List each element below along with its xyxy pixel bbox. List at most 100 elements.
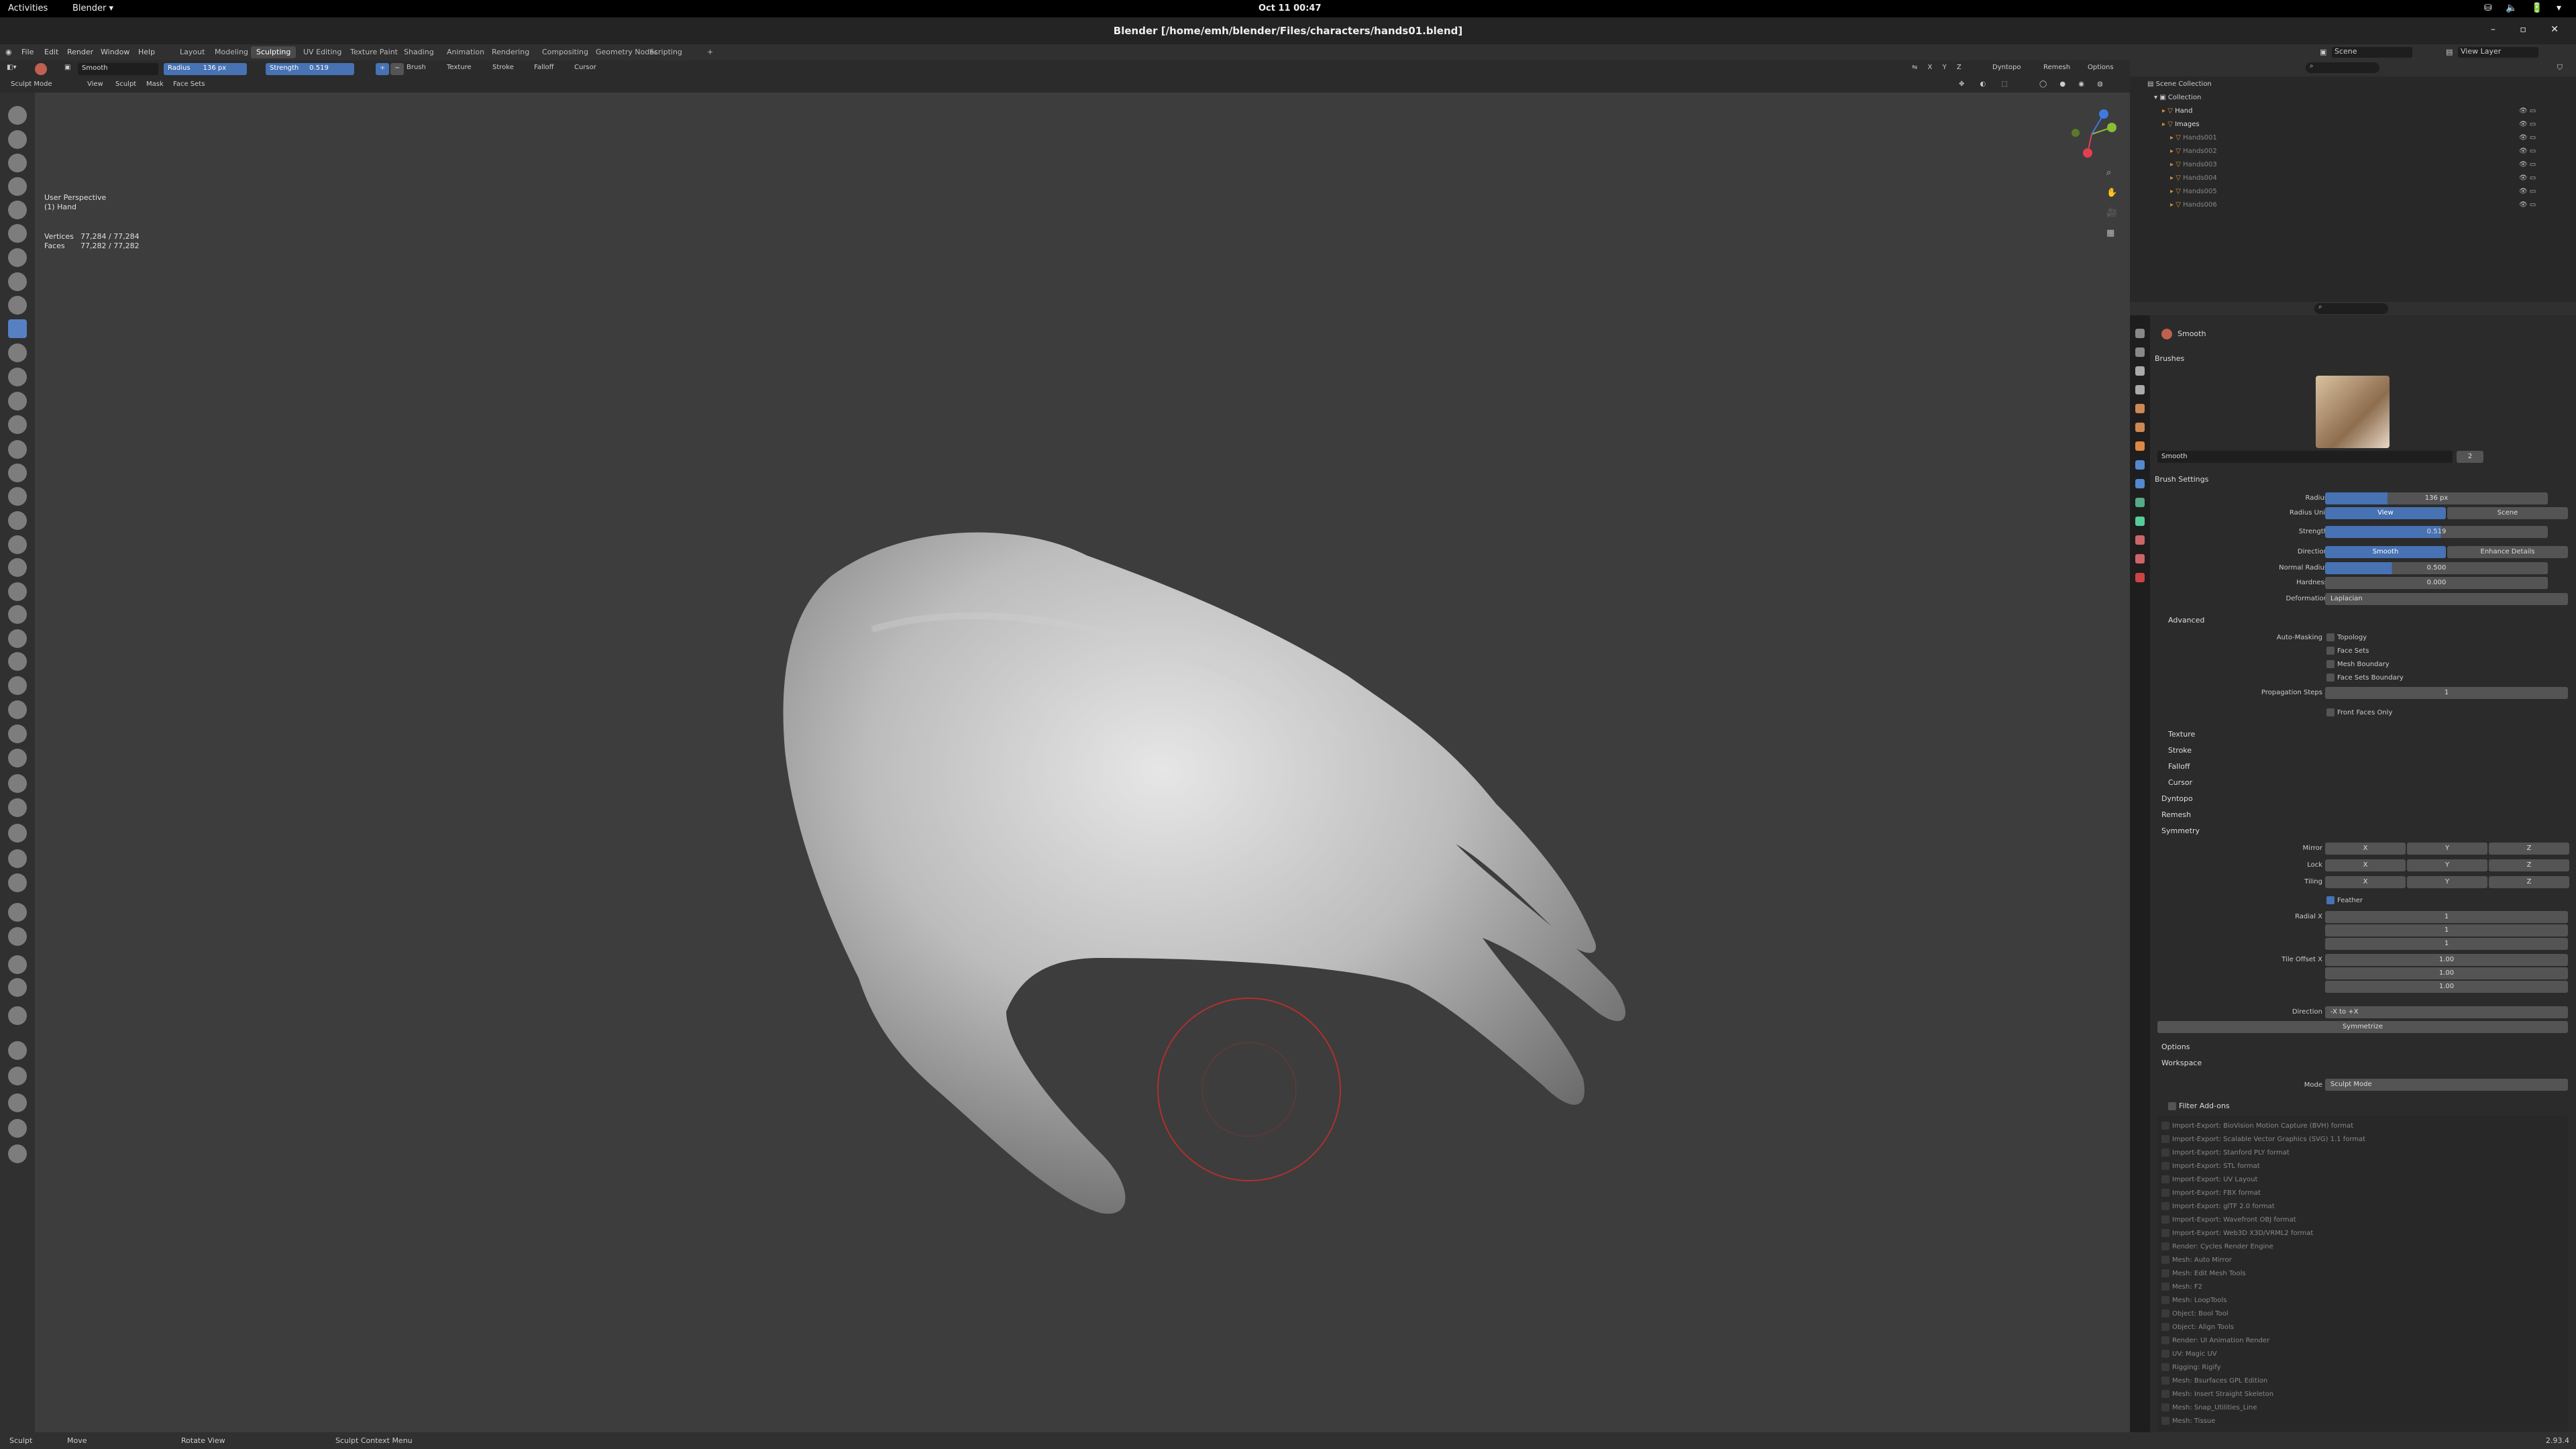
option-b-button[interactable]: Scene <box>2447 507 2568 519</box>
checkbox[interactable] <box>2161 1216 2169 1224</box>
addon-item[interactable]: Import-Export: Stanford PLY format <box>2161 1148 2290 1157</box>
workspace-tab-0[interactable]: Layout <box>174 46 210 58</box>
workspace-tab-10[interactable]: Scripting <box>644 46 688 58</box>
axis-toggle-x[interactable]: X <box>2325 876 2406 888</box>
outliner-row[interactable]: ▸ ▽ Hands001 👁 ▭ <box>2170 134 2573 142</box>
sculpt-tool-34-icon[interactable] <box>8 927 27 946</box>
checkbox[interactable] <box>2161 1122 2169 1130</box>
sculpt-tool-31-icon[interactable] <box>8 849 27 868</box>
radial-field[interactable]: 1 <box>2325 924 2568 936</box>
addon-item[interactable]: Import-Export: Web3D X3D/VRML2 format <box>2161 1229 2313 1237</box>
properties-tab-12-icon[interactable] <box>2135 554 2145 564</box>
properties-tab-13-icon[interactable] <box>2135 573 2145 582</box>
visibility-icons[interactable]: 👁 ▭ <box>2519 201 2536 209</box>
sculpt-menu[interactable]: Sculpt <box>115 80 136 88</box>
options-panel-header[interactable]: Options <box>2161 1042 2190 1051</box>
view-layer-icon[interactable]: ▤ <box>2446 48 2453 56</box>
feather-option[interactable]: Feather <box>2326 896 2363 904</box>
sculpt-tool-20-icon[interactable] <box>8 582 27 601</box>
workspace-mode-select[interactable]: Sculpt Mode <box>2325 1079 2568 1091</box>
checkbox[interactable] <box>2326 633 2334 641</box>
radial-field[interactable]: 1 <box>2325 911 2568 923</box>
brush-thumbnail[interactable] <box>2316 376 2390 448</box>
addon-item[interactable]: Mesh: Snap_Utilities_Line <box>2161 1403 2257 1411</box>
brush-settings-header[interactable]: Brush Settings <box>2155 475 2208 484</box>
sculpt-tool-24-icon[interactable] <box>8 676 27 695</box>
system-tray[interactable]: ⛁ 🔈 🔋 ▾ <box>2484 3 2567 13</box>
sculpt-tool-1-icon[interactable] <box>8 130 27 149</box>
sculpt-tool-16-icon[interactable] <box>8 487 27 506</box>
properties-tab-2-icon[interactable] <box>2135 366 2145 376</box>
sculpt-tool-23-icon[interactable] <box>8 652 27 671</box>
sculpt-tool-17-icon[interactable] <box>8 511 27 530</box>
visibility-icons[interactable]: 👁 ▭ <box>2519 148 2536 155</box>
properties-tab-5-icon[interactable] <box>2135 423 2145 432</box>
scene-icon[interactable]: ▣ <box>2320 48 2326 56</box>
checkbox[interactable] <box>2161 1242 2169 1250</box>
radius-slider[interactable]: Radius 136 px <box>164 63 247 75</box>
sculpt-tool-18-icon[interactable] <box>8 535 27 554</box>
addon-item[interactable]: Rigging: Rigify <box>2161 1363 2221 1371</box>
subpanel-header-texture[interactable]: Texture <box>2168 730 2195 739</box>
sculpt-mode-selector[interactable]: Sculpt Mode <box>11 80 52 88</box>
properties-tab-7-icon[interactable] <box>2135 460 2145 470</box>
falloff-menu[interactable]: Falloff <box>534 64 554 71</box>
brush-setting-field[interactable]: Laplacian <box>2325 593 2568 605</box>
checkbox[interactable] <box>2161 1202 2169 1210</box>
visibility-icons[interactable]: 👁 ▭ <box>2519 134 2536 142</box>
checkbox[interactable] <box>2168 1102 2176 1110</box>
sculpt-tool-19-icon[interactable] <box>8 558 27 577</box>
brush-setting-field[interactable]: 0.500 <box>2325 562 2548 574</box>
workspace-panel-header[interactable]: Workspace <box>2161 1059 2202 1067</box>
options-menu[interactable]: Options <box>2088 64 2114 71</box>
axis-toggle-y[interactable]: Y <box>2407 876 2487 888</box>
axis-toggle-x[interactable]: X <box>2325 859 2406 871</box>
sculpt-tool-27-icon[interactable] <box>8 749 27 767</box>
tile-offset-field[interactable]: 1.00 <box>2325 954 2568 966</box>
visibility-icons[interactable]: 👁 ▭ <box>2519 161 2536 168</box>
propagation-steps-field[interactable]: 1 <box>2325 687 2568 699</box>
axis-toggle-y[interactable]: Y <box>2407 859 2487 871</box>
outliner-row[interactable]: ▸ ▽ Hands006 👁 ▭ <box>2170 201 2573 209</box>
addon-item[interactable]: Mesh: Edit Mesh Tools <box>2161 1269 2246 1277</box>
sculpt-tool-13-icon[interactable] <box>8 415 27 434</box>
properties-tab-8-icon[interactable] <box>2135 479 2145 488</box>
activities-button[interactable]: Activities <box>8 3 48 13</box>
sculpt-tool-3-icon[interactable] <box>8 177 27 196</box>
addon-item[interactable]: Import-Export: Wavefront OBJ format <box>2161 1216 2296 1224</box>
tile-offset-field[interactable]: 1.00 <box>2325 981 2568 993</box>
automasking-option[interactable]: Mesh Boundary <box>2326 660 2390 668</box>
addon-item[interactable]: Import-Export: UV Layout <box>2161 1175 2257 1183</box>
addon-item[interactable]: Mesh: Tissue <box>2161 1417 2215 1425</box>
outliner-row[interactable]: ▸ ▽ Hands002 👁 ▭ <box>2170 148 2573 155</box>
automasking-option[interactable]: Face Sets <box>2326 647 2369 655</box>
properties-tab-4-icon[interactable] <box>2135 404 2145 413</box>
symmetry-toggles[interactable]: ⇋ X Y Z <box>1912 64 1966 71</box>
sculpt-tool-22-icon[interactable] <box>8 629 27 648</box>
sculpt-tool-8-icon[interactable] <box>8 296 27 315</box>
view-layer-selector[interactable]: View Layer <box>2458 47 2538 58</box>
sculpt-tool-26-icon[interactable] <box>8 724 27 743</box>
workspace-tab-4[interactable]: Texture Paint <box>345 46 403 58</box>
checkbox[interactable] <box>2161 1309 2169 1318</box>
sculpt-tool-42-icon[interactable] <box>8 1144 27 1163</box>
brush-name-field[interactable]: Smooth <box>78 63 158 75</box>
mask-menu[interactable]: Mask <box>146 80 164 88</box>
brush-preview-icon[interactable] <box>35 63 47 75</box>
brush-name-input[interactable]: Smooth <box>2157 451 2453 463</box>
dyntopo-panel-header[interactable]: Dyntopo <box>2161 794 2193 803</box>
checkbox[interactable] <box>2161 1269 2169 1277</box>
sculpt-tool-32-icon[interactable] <box>8 873 27 892</box>
subpanel-header-falloff[interactable]: Falloff <box>2168 762 2190 771</box>
checkbox[interactable] <box>2161 1229 2169 1237</box>
menu-file[interactable]: File <box>21 48 34 56</box>
sculpt-tool-5-icon[interactable] <box>8 224 27 243</box>
brush-menu[interactable]: Brush <box>407 64 426 71</box>
sculpt-tool-7-icon[interactable] <box>8 272 27 291</box>
workspace-tab-7[interactable]: Rendering <box>486 46 535 58</box>
texture-menu[interactable]: Texture <box>447 64 472 71</box>
option-b-button[interactable]: Enhance Details <box>2447 546 2568 558</box>
checkbox[interactable] <box>2326 674 2334 682</box>
navigation-gizmo[interactable] <box>2065 107 2118 161</box>
sculpt-tool-9-icon[interactable] <box>8 319 27 338</box>
